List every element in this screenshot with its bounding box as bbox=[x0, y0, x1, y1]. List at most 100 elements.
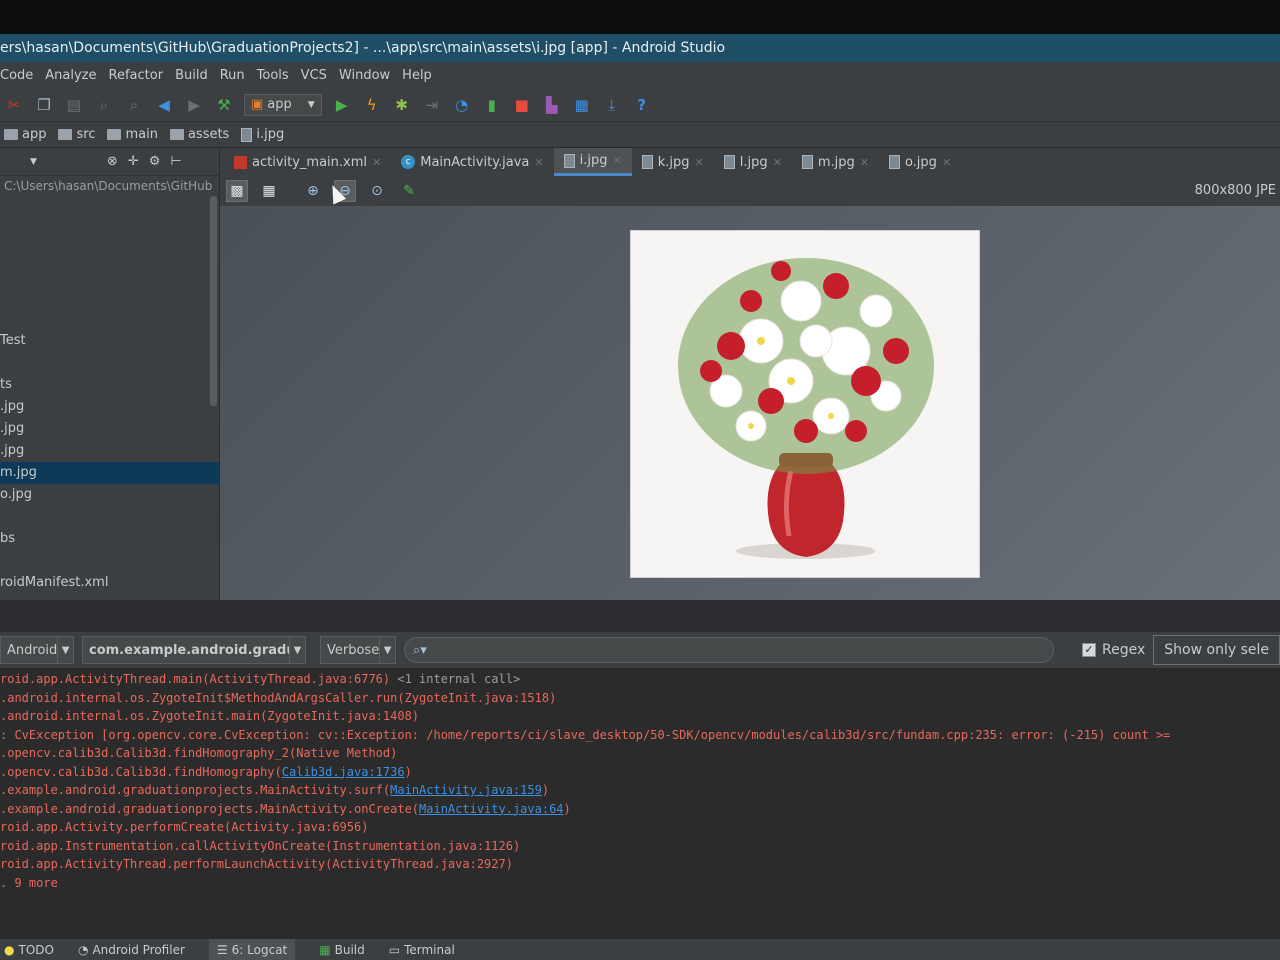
paste-icon[interactable]: ▤ bbox=[64, 95, 84, 115]
tree-item[interactable]: roidManifest.xml bbox=[0, 572, 219, 594]
device-select[interactable]: Android ▼ bbox=[0, 636, 74, 664]
run-config-select[interactable]: ▣ app ▼ bbox=[244, 93, 322, 116]
tree-item[interactable]: bs bbox=[0, 528, 219, 550]
zoom-in-icon[interactable]: ⊕ bbox=[302, 180, 324, 202]
tab-m-jpg[interactable]: m.jpg ✕ bbox=[792, 148, 879, 176]
terminal-icon: ▭ bbox=[388, 942, 401, 957]
stop-icon[interactable]: ■ bbox=[512, 95, 532, 115]
cut-icon[interactable]: ✂ bbox=[4, 95, 24, 115]
breadcrumb-main[interactable]: main bbox=[107, 127, 158, 142]
tab-activity-main-xml[interactable]: activity_main.xml ✕ bbox=[224, 148, 391, 176]
close-icon[interactable]: ✕ bbox=[613, 154, 622, 167]
source-link[interactable]: MainActivity.java:64 bbox=[419, 802, 564, 816]
attach-debugger-icon[interactable]: ⇥ bbox=[422, 95, 442, 115]
hide-panel-icon[interactable]: ⊢ bbox=[170, 154, 181, 169]
breadcrumb-label: src bbox=[76, 127, 96, 142]
tab-i-jpg[interactable]: i.jpg ✕ bbox=[553, 148, 632, 176]
close-icon[interactable]: ✕ bbox=[372, 156, 381, 169]
scroll-from-source-icon[interactable]: ✛ bbox=[128, 154, 139, 169]
menu-vcs[interactable]: VCS bbox=[301, 68, 327, 83]
tab-terminal[interactable]: ▭ Terminal bbox=[389, 943, 455, 957]
logcat-search-input[interactable]: ⌕▾ bbox=[404, 637, 1055, 663]
tab-label: activity_main.xml bbox=[252, 154, 368, 170]
project-panel-scrollbar[interactable] bbox=[210, 196, 217, 406]
chessboard-icon[interactable]: ▩ bbox=[226, 180, 248, 202]
close-icon[interactable]: ✕ bbox=[534, 156, 543, 169]
regex-checkbox[interactable]: ✓ bbox=[1082, 643, 1097, 657]
tree-item[interactable]: Test bbox=[0, 330, 219, 352]
tree-item[interactable]: .jpg bbox=[0, 396, 219, 418]
tab-l-jpg[interactable]: l.jpg ✕ bbox=[714, 148, 792, 176]
log-level-select[interactable]: Verbose ▼ bbox=[320, 636, 396, 664]
todo-icon: ● bbox=[4, 942, 15, 957]
close-icon[interactable]: ✕ bbox=[942, 156, 951, 169]
tree-item[interactable]: ts bbox=[0, 374, 219, 396]
log-line: .opencv.calib3d.Calib3d.findHomography_2… bbox=[0, 744, 1280, 763]
chevron-down-icon[interactable]: ▼ bbox=[30, 157, 37, 167]
profiler-icon: ◔ bbox=[77, 942, 89, 957]
status-tab-label: TODO bbox=[18, 942, 54, 957]
source-link[interactable]: Calib3d.java:1736 bbox=[282, 765, 405, 779]
tab-todo[interactable]: ● TODO bbox=[4, 943, 54, 957]
project-panel: ▼ ⊗ ✛ ⚙ ⊢ C:\Users\hasan\Documents\GitHu… bbox=[0, 148, 220, 600]
tree-item-selected[interactable]: m.jpg bbox=[0, 462, 219, 484]
image-file-icon bbox=[801, 155, 813, 169]
tab-build[interactable]: ▦ Build bbox=[319, 943, 364, 957]
breadcrumb: app src main assets i.jpg bbox=[0, 122, 1280, 148]
close-icon[interactable]: ✕ bbox=[860, 156, 869, 169]
tree-item[interactable]: .jpg bbox=[0, 440, 219, 462]
folder-icon bbox=[107, 129, 122, 140]
tab-label: k.jpg bbox=[657, 154, 690, 170]
collapse-all-icon[interactable]: ⊗ bbox=[107, 154, 118, 169]
tree-item[interactable]: .jpg bbox=[0, 418, 219, 440]
find-icon[interactable]: ⌕ bbox=[94, 95, 114, 115]
menu-analyze[interactable]: Analyze bbox=[45, 68, 96, 83]
back-icon[interactable]: ◀ bbox=[154, 95, 174, 115]
forward-icon[interactable]: ▶ bbox=[184, 95, 204, 115]
internal-call-fold[interactable]: <1 internal call> bbox=[397, 672, 520, 686]
replace-icon[interactable]: ⌕ bbox=[124, 95, 144, 115]
actual-size-icon[interactable]: ⊙ bbox=[366, 180, 388, 202]
tab-o-jpg[interactable]: o.jpg ✕ bbox=[879, 148, 961, 176]
menu-tools[interactable]: Tools bbox=[257, 68, 289, 83]
menu-help[interactable]: Help bbox=[402, 68, 432, 83]
regex-toggle[interactable]: ✓ Regex bbox=[1082, 642, 1145, 658]
menu-build[interactable]: Build bbox=[175, 68, 208, 83]
sdk-manager-icon[interactable]: ⤓ bbox=[602, 95, 622, 115]
tree-item[interactable]: o.jpg bbox=[0, 484, 219, 506]
breadcrumb-app[interactable]: app bbox=[4, 127, 46, 142]
apply-changes-icon[interactable]: ϟ bbox=[362, 95, 382, 115]
debug-icon[interactable]: ✱ bbox=[392, 95, 412, 115]
help-icon[interactable]: ? bbox=[632, 95, 652, 115]
menu-refactor[interactable]: Refactor bbox=[109, 68, 164, 83]
make-project-icon[interactable]: ⚒ bbox=[214, 95, 234, 115]
close-icon[interactable]: ✕ bbox=[695, 156, 704, 169]
tab-logcat[interactable]: ☰ 6: Logcat bbox=[208, 938, 296, 960]
show-only-selected-select[interactable]: Show only sele bbox=[1153, 635, 1280, 665]
tab-android-profiler[interactable]: ◔ Android Profiler bbox=[78, 943, 185, 957]
sync-gradle-icon[interactable]: ▙ bbox=[542, 95, 562, 115]
log-line: .android.internal.os.ZygoteInit.main(Zyg… bbox=[0, 707, 1280, 726]
tab-k-jpg[interactable]: k.jpg ✕ bbox=[632, 148, 714, 176]
log-text: roid.app.Instrumentation.callActivityOnC… bbox=[0, 838, 521, 853]
folder-icon bbox=[169, 129, 184, 140]
source-link[interactable]: MainActivity.java:159 bbox=[390, 783, 542, 797]
profile-icon[interactable]: ◔ bbox=[452, 95, 472, 115]
run-icon[interactable]: ▶ bbox=[332, 95, 352, 115]
tab-main-activity-java[interactable]: c MainActivity.java ✕ bbox=[391, 148, 553, 176]
package-select[interactable]: com.example.android.graduatio ▼ bbox=[82, 636, 306, 664]
breadcrumb-src[interactable]: src bbox=[58, 127, 95, 142]
breadcrumb-assets[interactable]: assets bbox=[169, 127, 229, 142]
breadcrumb-file[interactable]: i.jpg bbox=[241, 127, 284, 142]
menu-run[interactable]: Run bbox=[220, 68, 245, 83]
avd-manager-icon[interactable]: ▦ bbox=[572, 95, 592, 115]
copy-icon[interactable]: ❐ bbox=[34, 95, 54, 115]
attach-process-icon[interactable]: ▮ bbox=[482, 95, 502, 115]
grid-icon[interactable]: ▦ bbox=[258, 180, 280, 202]
settings-icon[interactable]: ⚙ bbox=[149, 154, 161, 169]
close-icon[interactable]: ✕ bbox=[773, 156, 782, 169]
color-picker-icon[interactable]: ✎ bbox=[398, 180, 420, 202]
breadcrumb-label: app bbox=[22, 127, 47, 142]
menu-code[interactable]: Code bbox=[0, 68, 33, 83]
menu-window[interactable]: Window bbox=[339, 68, 390, 83]
